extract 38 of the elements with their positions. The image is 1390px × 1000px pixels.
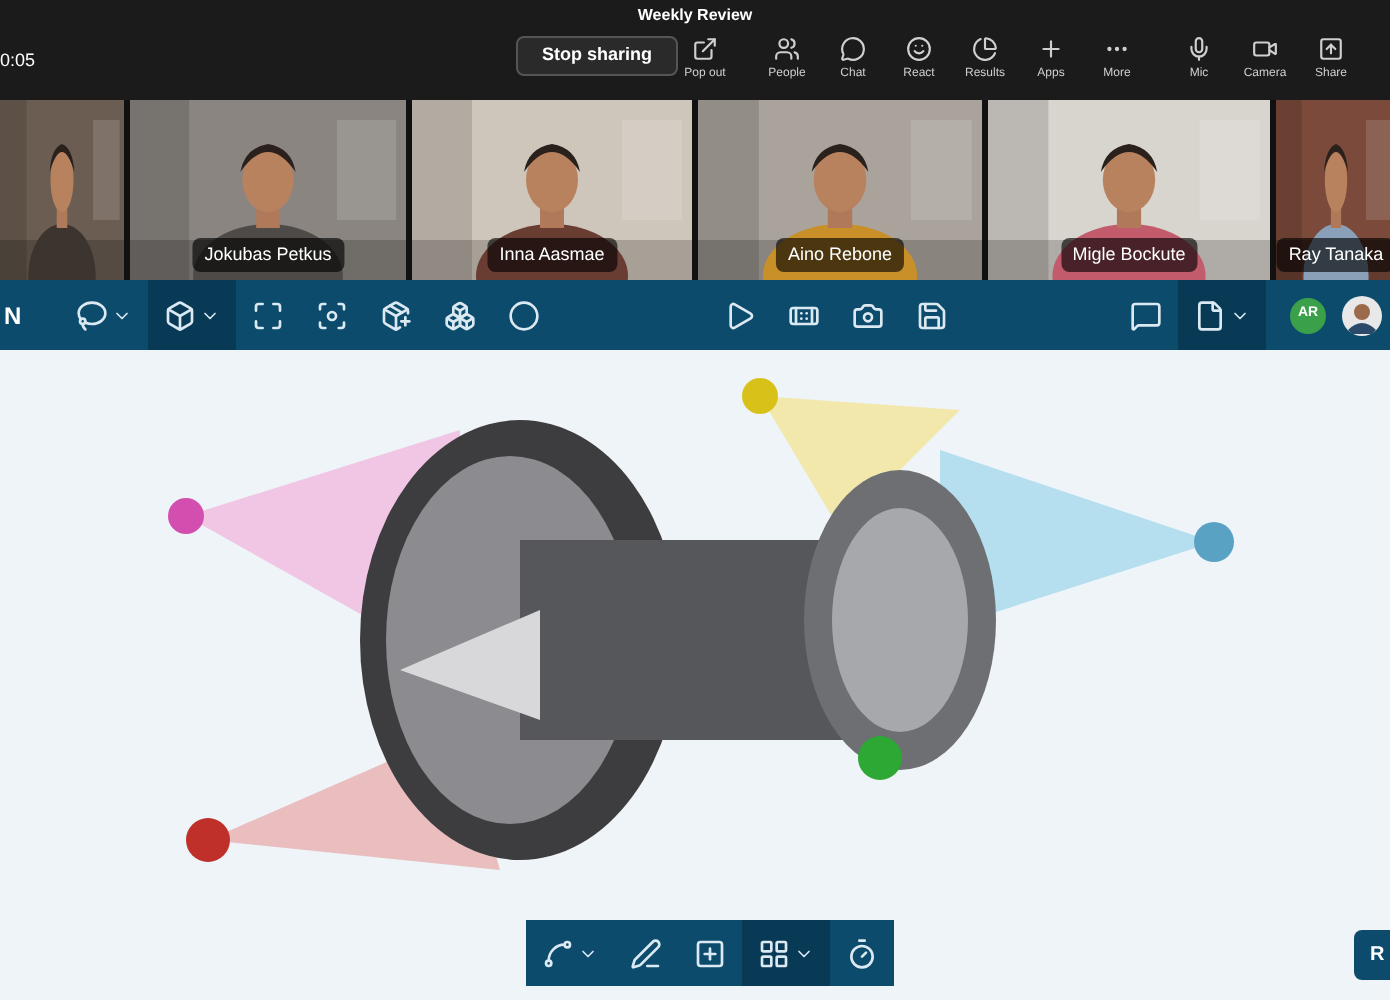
share-icon xyxy=(1318,36,1344,62)
layout-icon xyxy=(758,937,790,969)
tool-button[interactable] xyxy=(742,920,830,986)
chat-icon xyxy=(840,36,866,62)
save-icon xyxy=(915,299,947,331)
page-icon xyxy=(1194,299,1226,331)
results-icon xyxy=(972,36,998,62)
apps-icon xyxy=(1038,36,1064,62)
play-icon xyxy=(723,299,755,331)
comment-icon xyxy=(1130,299,1162,331)
curve-icon xyxy=(542,937,574,969)
participant-name: Jokubas Petkus xyxy=(192,237,344,272)
tool-button[interactable] xyxy=(1178,280,1266,350)
corner-button[interactable]: R xyxy=(1354,930,1390,980)
mic-icon xyxy=(1186,36,1212,62)
add-slide-icon xyxy=(694,937,726,969)
app-letter: N xyxy=(4,299,24,333)
react-icon xyxy=(906,36,932,62)
participant-name: Aino Rebone xyxy=(775,237,905,272)
camera-icon xyxy=(1252,36,1278,62)
stop-sharing-button[interactable]: Stop sharing xyxy=(516,36,679,76)
cubes-icon xyxy=(444,299,476,331)
window-title: Weekly Review xyxy=(637,4,753,28)
focus-icon xyxy=(316,299,348,331)
cube-icon xyxy=(164,299,196,331)
pen-icon xyxy=(630,937,662,969)
participant-name: Ray Tanaka xyxy=(1276,237,1390,272)
people-icon xyxy=(774,36,800,62)
camera-icon xyxy=(851,299,883,331)
tool-button[interactable] xyxy=(148,280,236,350)
lasso-icon xyxy=(76,299,108,331)
avatar-icon[interactable] xyxy=(1342,295,1382,335)
participant-name: Inna Aasmae xyxy=(487,237,617,272)
expand-icon xyxy=(252,299,284,331)
pop-out-icon xyxy=(692,36,718,62)
timer-icon xyxy=(846,937,878,969)
participant-name: Migle Bockute xyxy=(1060,237,1198,272)
meeting-timer: 0:05 xyxy=(0,48,36,74)
